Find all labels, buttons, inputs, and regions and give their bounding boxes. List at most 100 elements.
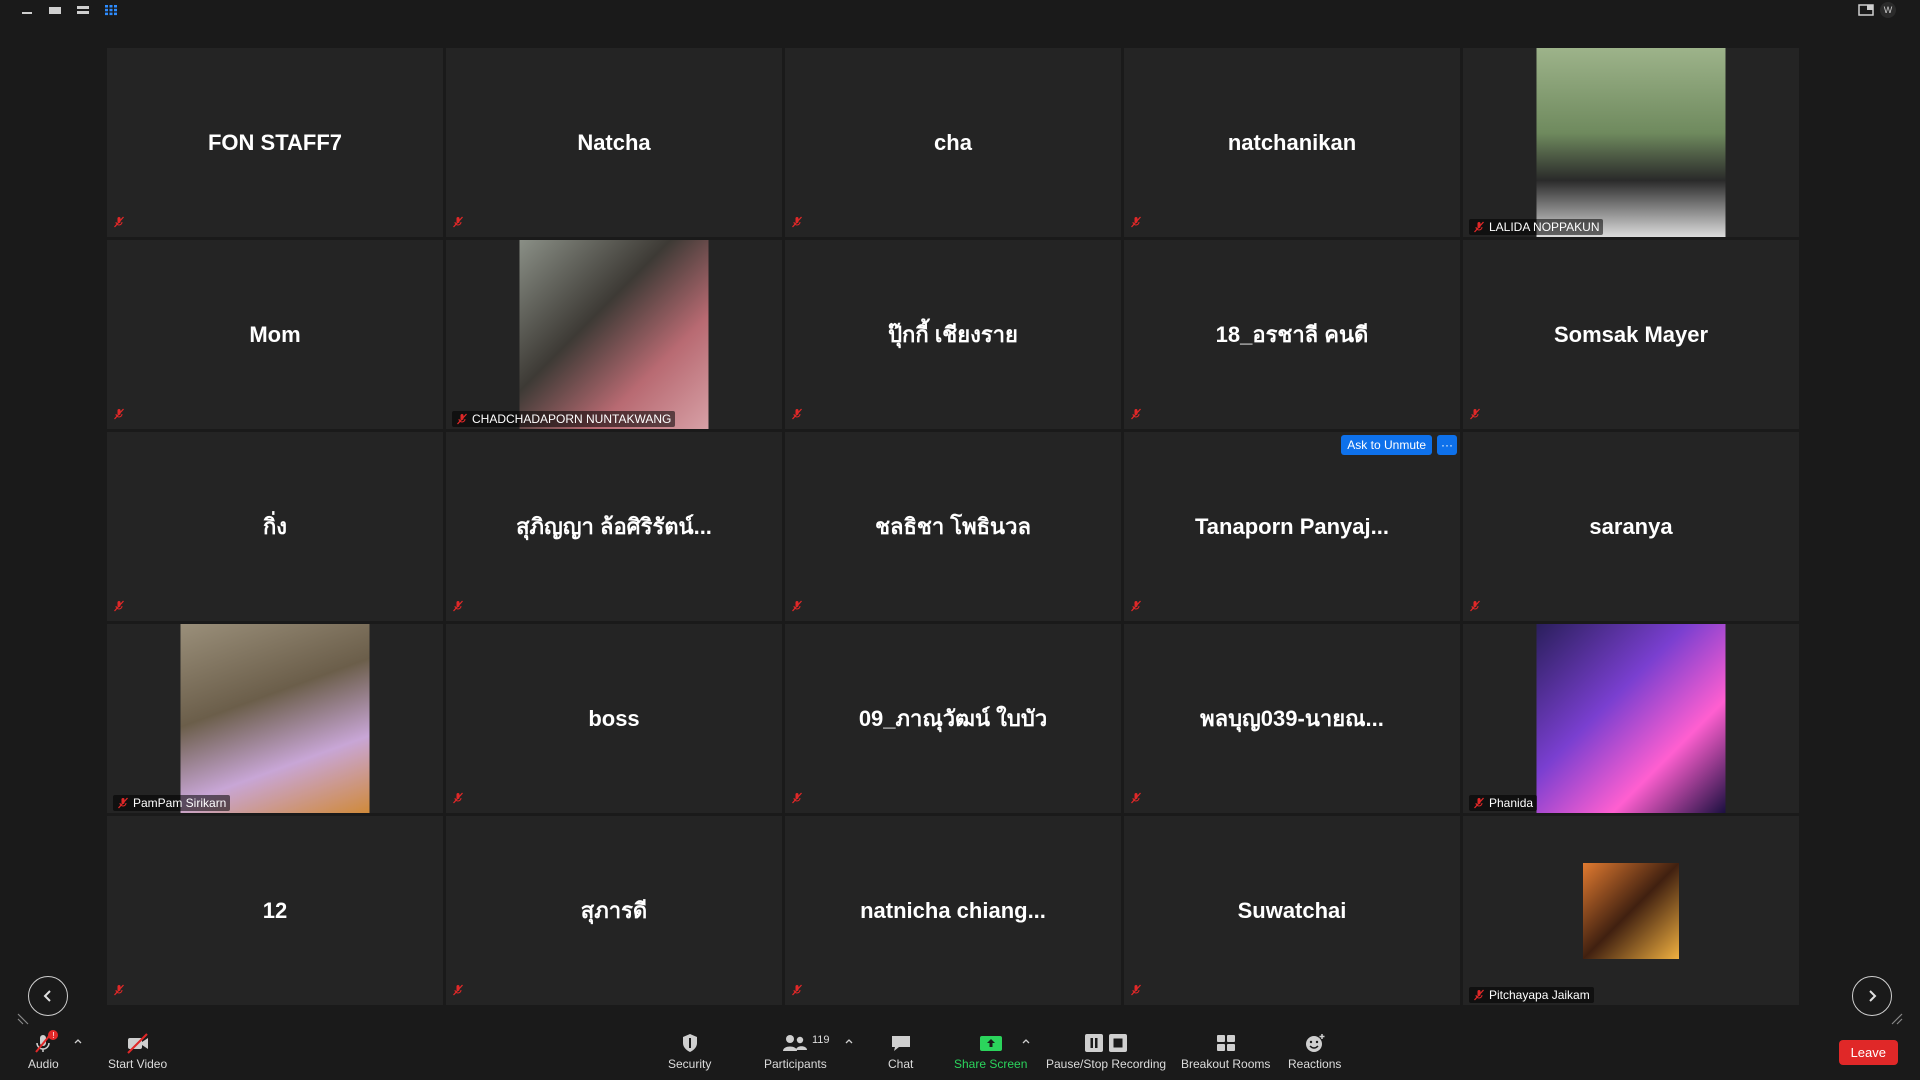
next-page-button[interactable] xyxy=(1852,976,1892,1016)
start-video-button[interactable]: Start Video xyxy=(108,1032,167,1071)
participant-tile[interactable]: 09_ภาณุวัฒน์ ใบบัว xyxy=(785,624,1121,813)
participant-caption: PamPam Sirikarn xyxy=(113,795,231,811)
recording-control-button[interactable]: Pause/Stop Recording xyxy=(1046,1032,1166,1071)
participant-tile[interactable]: CHADCHADAPORN NUNTAKWANG xyxy=(446,240,782,429)
participant-tile[interactable]: ชลธิชา โพธินวล xyxy=(785,432,1121,621)
participant-tile[interactable]: cha xyxy=(785,48,1121,237)
participant-tile[interactable]: Pitchayapa Jaikam xyxy=(1463,816,1799,1005)
user-avatar[interactable]: W xyxy=(1880,2,1896,18)
leave-button[interactable]: Leave xyxy=(1838,1040,1898,1065)
participant-name: boss xyxy=(588,705,640,731)
muted-indicator xyxy=(113,599,125,617)
share-screen-icon xyxy=(979,1036,1002,1051)
chat-label: Chat xyxy=(888,1057,914,1071)
participant-tile[interactable]: Tanaporn Panyaj... Ask to Unmute ··· xyxy=(1124,432,1460,621)
participant-name: LALIDA NOPPAKUN xyxy=(1489,220,1600,234)
participant-tile[interactable]: Natcha xyxy=(446,48,782,237)
previous-page-button[interactable] xyxy=(28,976,68,1016)
participant-name: cha xyxy=(934,129,972,155)
breakout-rooms-button[interactable]: Breakout Rooms xyxy=(1181,1032,1270,1071)
muted-mic-icon xyxy=(118,797,128,809)
participants-icon xyxy=(783,1035,808,1051)
muted-mic-icon xyxy=(453,216,463,228)
participant-tile[interactable]: 12 xyxy=(107,816,443,1005)
muted-indicator xyxy=(1130,599,1142,617)
muted-mic-icon xyxy=(114,408,124,420)
gallery-grid: FON STAFF7 Natcha cha natchanikan LALIDA NOP… xyxy=(107,48,1799,1005)
resize-corner-icon xyxy=(1891,1013,1903,1025)
muted-mic-icon xyxy=(1131,408,1141,420)
participant-video xyxy=(180,624,370,813)
muted-mic-icon xyxy=(114,216,124,228)
participant-tile[interactable]: สุภิญญา ล้อศิริรัตน์... xyxy=(446,432,782,621)
participant-tile[interactable]: FON STAFF7 xyxy=(107,48,443,237)
participants-caret-icon[interactable] xyxy=(844,1036,854,1046)
muted-mic-icon xyxy=(1131,216,1141,228)
minimize-view-icon[interactable] xyxy=(20,4,34,16)
participant-tile[interactable]: PamPam Sirikarn xyxy=(107,624,443,813)
participant-tile[interactable]: natchanikan xyxy=(1124,48,1460,237)
muted-mic-icon xyxy=(1474,221,1484,233)
participant-tile[interactable]: 18_อรชาลี คนดี xyxy=(1124,240,1460,429)
chevron-right-icon xyxy=(1869,990,1877,1002)
participants-count: 119 xyxy=(812,1034,830,1046)
participant-tile[interactable]: พลบุญ039-นายณ... xyxy=(1124,624,1460,813)
participant-name: CHADCHADAPORN NUNTAKWANG xyxy=(472,412,672,426)
participant-tile[interactable]: กิ่ง xyxy=(107,432,443,621)
participant-name: 18_อรชาลี คนดี xyxy=(1215,322,1369,347)
participant-video xyxy=(1536,48,1726,237)
participant-caption: Pitchayapa Jaikam xyxy=(1469,987,1594,1003)
participant-video xyxy=(1536,624,1726,813)
participant-tile[interactable]: saranya xyxy=(1463,432,1799,621)
tile-more-button[interactable]: ··· xyxy=(1437,435,1457,455)
participant-tile[interactable]: Suwatchai xyxy=(1124,816,1460,1005)
chat-button[interactable]: Chat xyxy=(888,1032,913,1071)
exit-fullscreen-icon[interactable] xyxy=(1858,3,1874,17)
muted-indicator xyxy=(113,983,125,1001)
security-button[interactable]: Security xyxy=(668,1032,711,1071)
muted-indicator xyxy=(791,599,803,617)
muted-indicator xyxy=(791,407,803,425)
gallery-view-icon[interactable] xyxy=(104,4,118,16)
participant-tile[interactable]: Somsak Mayer xyxy=(1463,240,1799,429)
participant-tile[interactable]: ปุ๊กกี้ เชียงราย xyxy=(785,240,1121,429)
muted-mic-icon xyxy=(453,984,463,996)
participant-tile[interactable]: natnicha chiang... xyxy=(785,816,1121,1005)
participant-name: Tanaporn Panyaj... xyxy=(1195,513,1389,539)
strip-view-icon[interactable] xyxy=(76,4,90,16)
resize-corner-icon xyxy=(17,1013,29,1025)
muted-indicator xyxy=(113,407,125,425)
muted-indicator xyxy=(452,599,464,617)
participant-name: 12 xyxy=(262,897,288,923)
participants-label: Participants xyxy=(764,1057,827,1071)
muted-indicator xyxy=(791,791,803,809)
ask-to-unmute-button[interactable]: Ask to Unmute xyxy=(1341,435,1432,455)
share-screen-caret-icon[interactable] xyxy=(1021,1036,1031,1046)
audio-button[interactable]: ! Audio xyxy=(28,1030,59,1071)
participant-name: Mom xyxy=(249,321,301,347)
muted-mic-icon xyxy=(1470,408,1480,420)
muted-mic-icon xyxy=(1474,797,1484,809)
participant-name: Somsak Mayer xyxy=(1553,321,1709,347)
muted-indicator xyxy=(1130,983,1142,1001)
muted-indicator xyxy=(791,983,803,1001)
participant-video xyxy=(519,240,709,429)
share-screen-button[interactable]: Share Screen xyxy=(954,1032,1027,1071)
participant-tile[interactable]: boss xyxy=(446,624,782,813)
participant-name: Natcha xyxy=(577,129,651,155)
participant-name: natnicha chiang... xyxy=(860,897,1046,923)
muted-mic-icon xyxy=(1470,600,1480,612)
muted-indicator xyxy=(1130,407,1142,425)
muted-mic-icon xyxy=(457,413,467,425)
participant-tile[interactable]: สุภารดี xyxy=(446,816,782,1005)
audio-options-caret-icon[interactable] xyxy=(73,1036,83,1046)
participant-caption: LALIDA NOPPAKUN xyxy=(1469,219,1604,235)
participant-name: Suwatchai xyxy=(1237,897,1347,923)
participant-tile[interactable]: Phanida xyxy=(1463,624,1799,813)
audio-label: Audio xyxy=(28,1057,59,1071)
participant-tile[interactable]: Mom xyxy=(107,240,443,429)
speaker-view-icon[interactable] xyxy=(48,4,62,16)
reactions-button[interactable]: Reactions xyxy=(1288,1032,1341,1071)
participant-tile[interactable]: LALIDA NOPPAKUN xyxy=(1463,48,1799,237)
meeting-toolbar: ! Audio Start Video Security Participant… xyxy=(0,1030,1920,1080)
